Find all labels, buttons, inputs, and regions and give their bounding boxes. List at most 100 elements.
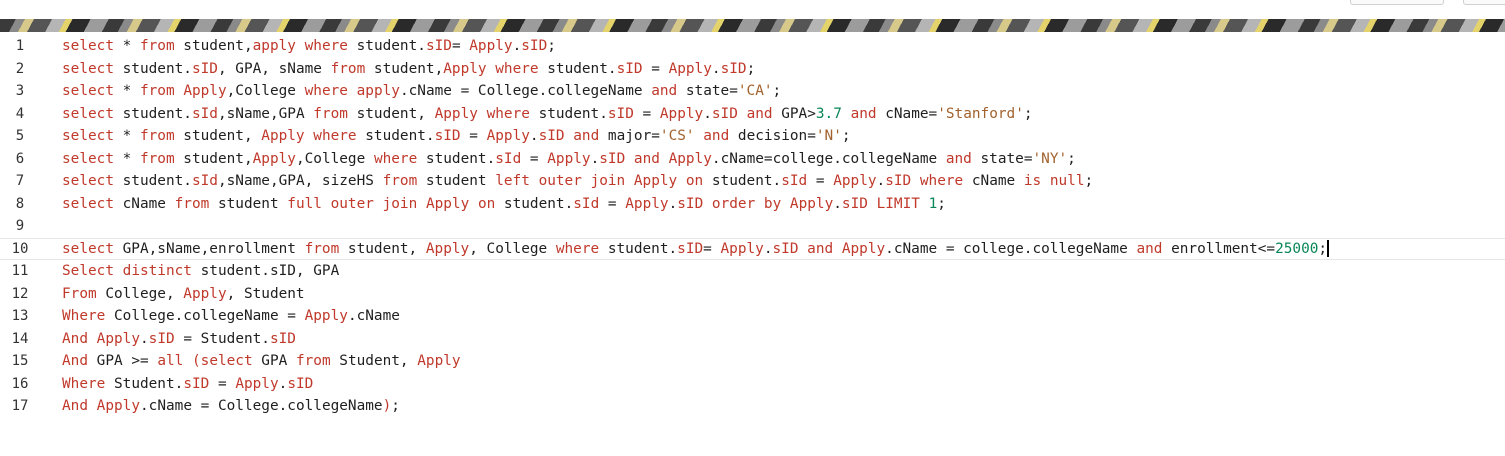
code-token: and	[633, 150, 660, 167]
code-token: , Student	[226, 285, 305, 302]
code-text: And Apply.sID = Student.sID	[62, 328, 296, 351]
code-text: Where Student.sID = Apply.sID	[62, 373, 313, 396]
code-token: sID	[538, 128, 565, 144]
code-line[interactable]: 6 select * from student,Apply,College whe…	[0, 148, 1505, 171]
code-line[interactable]: 14 And Apply.sID = Student.sID	[0, 328, 1505, 351]
code-token: outer	[538, 173, 582, 189]
code-token: College.collegeName =	[105, 308, 305, 324]
code-token: , College	[469, 240, 556, 257]
code-token: ;	[1318, 240, 1328, 257]
code-token: *	[113, 38, 140, 54]
code-token: Where	[62, 308, 106, 324]
code-token: state=	[971, 150, 1033, 167]
code-token: from	[174, 195, 210, 212]
code-token: ;	[841, 128, 851, 144]
code-token: .cName = college.collegeName	[885, 240, 1137, 257]
code-token: Apply	[625, 195, 669, 212]
code-token: Apply	[425, 195, 470, 212]
code-token: GPA>	[772, 105, 816, 122]
code-token: 'N'	[815, 128, 842, 144]
code-token: student.sID, GPA	[191, 263, 340, 279]
line-number: 7	[15, 173, 25, 189]
code-token: ;	[1067, 150, 1076, 167]
toolbar-tab[interactable]	[1463, 0, 1505, 5]
code-line[interactable]: 3 select * from Apply,College where apply…	[0, 80, 1505, 103]
code-text: select * from student,Apply,College wher…	[62, 148, 1076, 171]
code-token: ,sName,GPA, sizeHS	[217, 173, 383, 189]
code-token: ;	[772, 83, 782, 99]
line-number: 17	[11, 398, 29, 414]
code-token: sId	[573, 195, 600, 212]
code-token: decision=	[729, 128, 816, 144]
code-text: select cName from student full outer joi…	[62, 193, 946, 216]
code-text: And Apply.cName = College.collegeName);	[62, 395, 400, 418]
code-token: and	[703, 128, 730, 144]
code-token: 1	[928, 195, 938, 212]
code-line[interactable]: 2 select student.sID, GPA, sName from stu…	[0, 58, 1505, 81]
code-token: apply	[356, 83, 400, 99]
code-line[interactable]: 12 From College, Apply, Student	[0, 283, 1505, 306]
code-token: Apply	[659, 105, 704, 122]
code-token: sID	[425, 38, 452, 54]
code-token: from	[304, 240, 340, 257]
code-token: sID	[772, 240, 799, 257]
line-number: 10	[11, 240, 29, 257]
toolbar-tab[interactable]	[1350, 0, 1444, 5]
code-text: select student.sID, GPA, sName from stud…	[62, 58, 755, 81]
code-editor[interactable]: 1 select * from student, apply where stude…	[0, 35, 1505, 435]
code-line[interactable]: 16 Where Student.sID = Apply.sID	[0, 373, 1505, 396]
code-token: student.	[529, 105, 608, 122]
code-token: student.	[417, 150, 496, 167]
code-token: and	[746, 105, 773, 122]
code-token: and	[850, 105, 877, 122]
code-token: sID	[720, 60, 747, 77]
code-token: sID	[269, 330, 296, 347]
code-token: cName=	[876, 105, 938, 122]
code-token: 3.7	[815, 105, 842, 122]
code-line[interactable]: 9	[0, 215, 1505, 238]
code-line[interactable]: 13 Where College.collegeName = Apply.cNam…	[0, 305, 1505, 328]
code-token: by	[763, 195, 782, 212]
line-number: 1	[15, 38, 25, 54]
code-line[interactable]: 4 select student.sId,sName,GPA from stude…	[0, 103, 1505, 126]
code-token: and	[945, 150, 972, 167]
line-number: 11	[11, 263, 29, 279]
code-token: Apply	[668, 150, 712, 167]
code-token: sID	[677, 195, 704, 212]
code-token: .cName	[347, 308, 400, 324]
code-token: student	[417, 173, 496, 189]
line-number: 12	[11, 285, 29, 302]
code-line[interactable]: 10 select GPA,sName,enrollment from stude…	[0, 237, 1505, 260]
code-token: select	[62, 83, 114, 99]
code-token: cName	[113, 195, 175, 212]
code-line[interactable]: 1 select * from student,apply where stude…	[0, 35, 1505, 58]
code-token: ,sName,GPA	[217, 105, 314, 122]
line-number: 8	[15, 195, 25, 212]
code-token: =	[599, 195, 626, 212]
code-token: distinct	[122, 263, 192, 279]
code-token: from	[139, 38, 175, 54]
code-token: student.	[113, 60, 192, 77]
line-number: 16	[11, 375, 29, 392]
code-token: where	[313, 128, 357, 144]
code-line[interactable]: 7 select student.sId,sName,GPA, sizeHS fr…	[0, 170, 1505, 193]
code-line[interactable]: 8 select cName from student full outer jo…	[0, 193, 1505, 216]
code-token: student,	[347, 105, 435, 122]
code-token: 25000	[1275, 240, 1319, 257]
code-token: from	[139, 150, 175, 167]
code-token: Apply	[789, 195, 834, 212]
code-token: select	[62, 128, 114, 144]
code-line[interactable]: 11 Select distinct student.sID, GPA	[0, 260, 1505, 283]
code-line[interactable]: 15 And GPA >= all (select GPA from Studen…	[0, 350, 1505, 373]
code-line[interactable]: 5 select * from student, Apply where stud…	[0, 125, 1505, 148]
code-line[interactable]: 17 And Apply.cName = College.collegeName)…	[0, 395, 1505, 418]
